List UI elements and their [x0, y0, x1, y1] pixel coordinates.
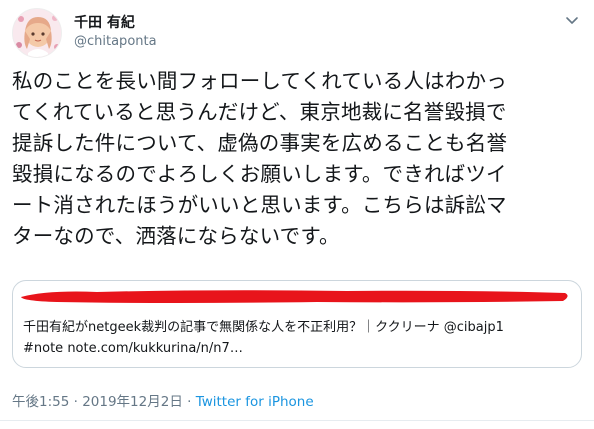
card-text: 千田有紀がnetgeek裁判の記事で無関係な人を不正利用？｜ククリーナ @cib… — [23, 317, 575, 359]
meta-separator-2: · — [182, 394, 196, 410]
chevron-down-icon[interactable] — [562, 10, 582, 30]
display-name[interactable]: 千田 有紀 — [74, 14, 157, 32]
tweet-header: 千田 有紀 @chitaponta — [12, 8, 582, 60]
tweet-metadata: 午後1:55 · 2019年12月2日 · Twitter for iPhone — [12, 393, 314, 411]
user-names: 千田 有紀 @chitaponta — [74, 14, 157, 52]
link-card[interactable]: 千田有紀がnetgeek裁判の記事で無関係な人を不正利用？｜ククリーナ @cib… — [12, 280, 582, 368]
card-title: 千田有紀がnetgeek裁判の記事で無関係な人を不正利用？｜ククリーナ @cib… — [23, 320, 504, 335]
tweet-text: 私のことを長い間フォローしてくれている人はわかっ てくれていると思うんだけど、東… — [12, 69, 508, 248]
avatar-illustration — [13, 9, 61, 57]
tweet-source-link[interactable]: Twitter for iPhone — [196, 394, 314, 410]
avatar[interactable] — [12, 8, 62, 58]
tweet-date[interactable]: 2019年12月2日 — [82, 394, 183, 410]
tweet-time[interactable]: 午後1:55 — [12, 394, 69, 410]
meta-separator: · — [69, 394, 83, 410]
redaction-mark — [21, 290, 568, 303]
card-url: #note note.com/kukkurina/n/n7… — [23, 341, 243, 356]
divider — [0, 420, 594, 421]
user-handle[interactable]: @chitaponta — [74, 32, 157, 52]
